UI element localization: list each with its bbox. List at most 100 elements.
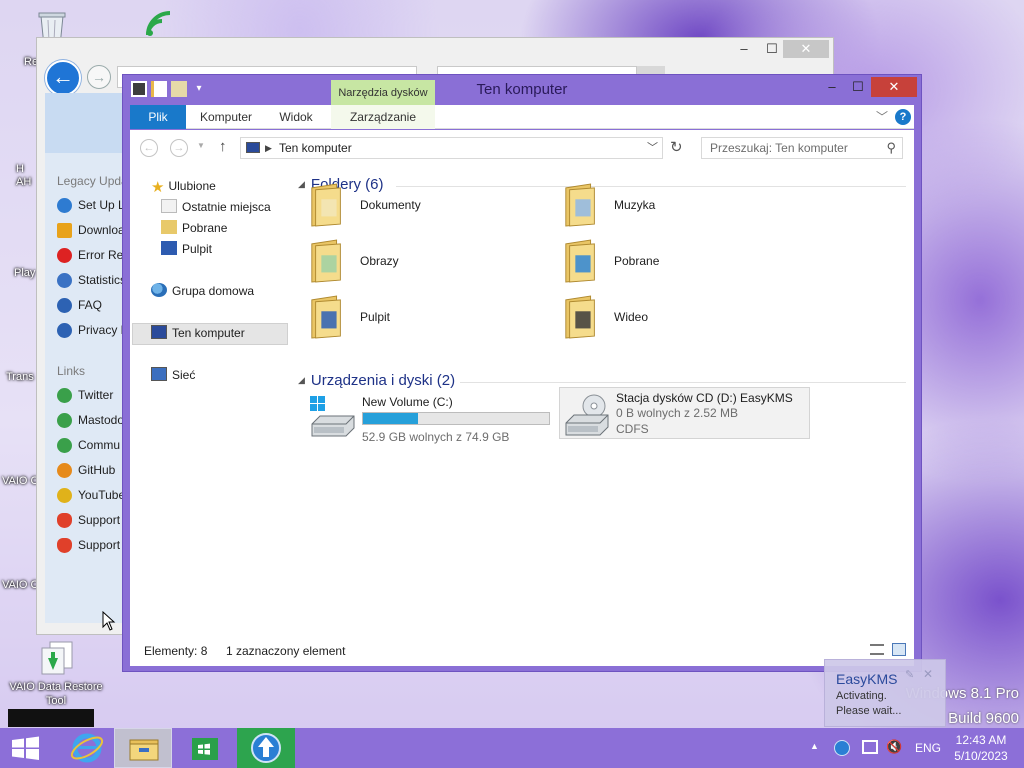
refresh-icon[interactable]: ↻ [670,138,683,156]
folder-pobrane[interactable]: Pobrane [562,238,792,288]
bg-maximize-button[interactable]: ☐ [759,40,785,58]
address-dropdown-icon[interactable]: ﹀ [647,138,658,158]
back-button[interactable]: ← [45,60,81,96]
language-indicator[interactable]: ENG [914,741,942,755]
back-arrow-icon[interactable]: ← [140,139,158,157]
bg-link-github[interactable]: GitHub [57,463,115,479]
nav-this-pc[interactable]: Ten komputer [151,325,245,340]
taskbar: ▲ 🔇 ENG 12:43 AM 5/10/2023 [0,728,1024,768]
nav-downloads[interactable]: Pobrane [161,220,227,235]
nav-favorites[interactable]: ★ Ulubione [151,178,216,196]
close-button[interactable]: ✕ [871,77,917,97]
explorer-titlebar[interactable]: ▾ Ten komputer – ☐ ✕ [123,75,921,105]
desktop-icon-wifi[interactable] [140,5,190,39]
toast-close-icon[interactable]: ✕ [923,667,933,681]
drive-d-free-space: 0 B wolnych z 2.52 MB [616,406,739,420]
bg-link-mastodon[interactable]: Mastodo [57,413,124,429]
volume-muted-icon[interactable]: 🔇 [886,739,902,755]
nav-recent-places[interactable]: Ostatnie miejsca [161,199,271,214]
desktop-icon-play[interactable]: Play [14,267,35,279]
address-bar[interactable]: ▶ Ten komputer ﹀ [240,137,663,159]
bg-minimize-button[interactable]: – [731,40,757,58]
toast-pin-icon[interactable]: ✎ [905,668,914,681]
toast-line-1: Activating. [836,690,887,702]
globe-icon [57,273,72,289]
bg-link-setup[interactable]: Set Up L [57,198,125,214]
folder-label: Muzyka [614,198,656,212]
bg-link-youtube[interactable]: YouTube [57,488,125,504]
recent-locations-icon[interactable]: ▼ [197,141,205,150]
play-icon [57,488,72,504]
nav-network[interactable]: Sieć [151,367,195,382]
bg-link-twitter[interactable]: Twitter [57,388,113,404]
toast-line-2: Please wait... [836,705,902,717]
maximize-button[interactable]: ☐ [845,77,871,97]
drive-d[interactable]: Stacja dysków CD (D:) EasyKMS 0 B wolnyc… [559,387,810,439]
bg-link-error[interactable]: Error Re [57,248,123,264]
folder-label: Pulpit [360,310,391,324]
taskbar-internet-explorer[interactable] [58,728,116,768]
status-bar: Elementy: 8 1 zaznaczony element [130,636,914,666]
drive-c[interactable]: New Volume (C:) 52.9 GB wolnych z 74.9 G… [308,394,558,446]
easykms-notification[interactable]: EasyKMS ✎ ✕ Activating. Please wait... [824,659,946,727]
help-icon[interactable]: ? [895,109,911,125]
large-icons-view-icon[interactable] [892,643,906,656]
desktop-icon-vaio-1[interactable]: VAIO C [2,475,38,487]
clock[interactable]: 12:43 AM 5/10/2023 [948,733,1014,763]
nav-desktop[interactable]: Pulpit [161,241,212,256]
wifi-app-icon [140,5,180,39]
bg-sidebar-heading-legacy: Legacy Upda [57,174,128,188]
bg-link-community[interactable]: Commu [57,438,120,454]
tab-manage[interactable]: Zarządzanie [331,105,435,129]
explorer-content: ★ Ulubione Ostatnie miejsca Pobrane Pulpi… [130,166,914,636]
bg-link-support-2[interactable]: Support [57,538,120,554]
ribbon-expand-icon[interactable]: ﹀ [876,108,888,125]
details-view-icon[interactable] [870,644,884,655]
drives-section-header[interactable]: ◢ Urządzenia i dyski (2) [298,372,455,389]
folder-obrazy[interactable]: Obrazy [308,238,538,288]
tab-file[interactable]: Plik [130,105,186,129]
folder-dokumenty[interactable]: Dokumenty [308,182,538,232]
desktop-icon-vaio-2[interactable]: VAIO C [2,579,38,591]
tab-computer[interactable]: Komputer [190,105,262,129]
easykms-icon [251,733,281,763]
bg-sidebar-banner [45,93,123,153]
bg-link-faq[interactable]: FAQ [57,298,102,314]
desktop-icon-vaio-restore[interactable]: VAIO Data Restore Tool [4,638,108,708]
shield-icon [57,198,72,214]
collapse-triangle-icon: ◢ [298,375,305,385]
bg-link-download[interactable]: Downloa [57,223,125,239]
up-arrow-icon[interactable]: ↑ [219,138,227,155]
folder-pulpit[interactable]: Pulpit [308,294,538,344]
taskbar-easykms[interactable] [237,728,295,768]
drive-c-usage-bar [362,412,550,425]
download-icon [57,223,72,239]
explorer-window[interactable]: ▾ Ten komputer – ☐ ✕ Narzędzia dysków Pl… [122,74,922,672]
network-icon [151,367,167,381]
taskbar-file-explorer[interactable] [114,728,172,768]
bg-close-button[interactable]: ✕ [783,40,829,58]
folder-wideo[interactable]: Wideo [562,294,792,344]
desktop-icon-trans[interactable]: Trans [6,371,34,383]
documents-folder-icon [311,183,341,227]
easykms-tray-icon[interactable] [834,740,850,756]
collapse-triangle-icon: ◢ [298,179,305,189]
bg-link-privacy[interactable]: Privacy P [57,323,129,339]
start-button[interactable] [0,728,58,768]
forward-button[interactable]: → [87,65,111,89]
background-window-titlebar[interactable] [37,38,833,62]
folder-muzyka[interactable]: Muzyka [562,182,792,232]
nav-homegroup[interactable]: Grupa domowa [151,283,254,298]
minimize-button[interactable]: – [819,77,845,97]
recent-places-icon [161,199,177,213]
downloads-folder-icon [565,239,595,283]
bg-link-statistics[interactable]: Statistics [57,273,126,289]
tab-view[interactable]: Widok [264,105,328,129]
forward-arrow-icon[interactable]: → [170,139,188,157]
bg-link-support-1[interactable]: Support [57,513,120,529]
network-tray-icon[interactable] [862,740,878,754]
search-input[interactable]: Przeszukaj: Ten komputer ⚲ [701,137,903,159]
show-hidden-icons-icon[interactable]: ▲ [810,741,819,751]
window-title: Ten komputer [476,81,568,98]
taskbar-store[interactable] [176,728,234,768]
